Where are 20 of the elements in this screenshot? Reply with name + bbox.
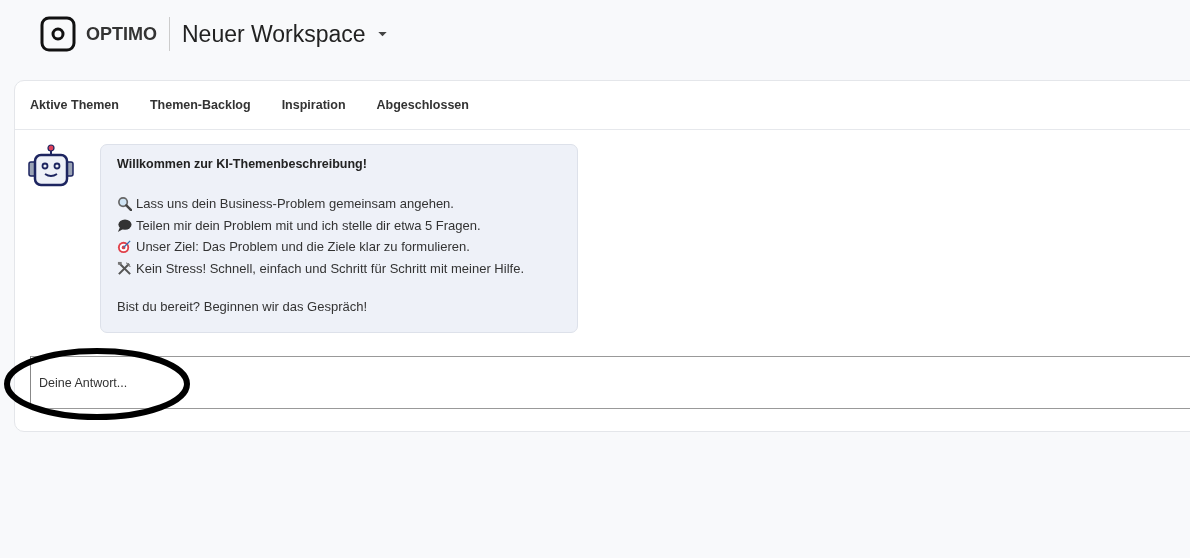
answer-field[interactable]: Deine Antwort... (30, 356, 1190, 409)
message-line: Kein Stress! Schnell, einfach und Schritt für Schritt mit meiner Hilfe. (136, 260, 524, 276)
workspace-dropdown[interactable]: Neuer Workspace (182, 20, 387, 48)
target-icon (117, 239, 132, 255)
tab[interactable]: Inspiration (272, 94, 355, 116)
tab[interactable]: Aktive Themen (21, 94, 128, 116)
tab[interactable]: Themen-Backlog (140, 94, 260, 116)
message-title: Willkommen zur KI-Themenbeschreibung! (117, 157, 368, 171)
logo-text: OPTIMO (86, 23, 157, 45)
message-text: Bist du bereit? Beginnen wir das Gespräch! (117, 299, 369, 314)
logo-icon (40, 16, 76, 52)
message-line: Teilen mir dein Problem mit und ich stelle dir etwa 5 Fragen. (136, 217, 481, 233)
tools-icon (117, 260, 132, 276)
magnifier-icon (117, 196, 132, 212)
message-line: Lass uns dein Business-Problem gemeinsam angehen. (136, 196, 454, 212)
robot-icon (27, 144, 75, 188)
tab[interactable]: Abgeschlossen (367, 94, 478, 116)
speech-bubble-icon (117, 217, 132, 233)
caret-icon (377, 31, 387, 37)
message-line: Unser Ziel: Das Problem und die Ziele klar zu formulieren. (136, 239, 470, 255)
